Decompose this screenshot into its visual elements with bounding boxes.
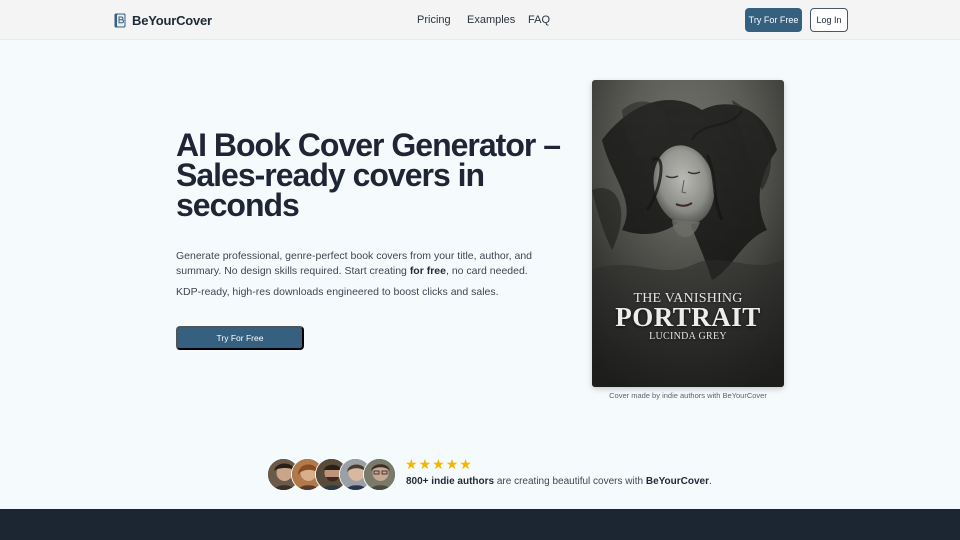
cover-author: LUCINDA GREY bbox=[649, 331, 727, 342]
star-icon: ★ bbox=[418, 456, 432, 472]
star-icon: ★ bbox=[445, 456, 459, 472]
hero-description: Generate professional, genre-perfect boo… bbox=[176, 250, 533, 277]
rating-stars: ★ ★ ★ ★ ★ bbox=[405, 456, 472, 472]
header-try-free-button[interactable]: Try For Free bbox=[745, 8, 802, 32]
cover-caption: Cover made by indie authors with BeYourC… bbox=[609, 391, 767, 400]
login-button[interactable]: Log In bbox=[810, 8, 848, 32]
hero-try-free-button[interactable]: Try For Free bbox=[176, 326, 304, 350]
cover-title-line2: PORTRAIT bbox=[615, 302, 761, 332]
star-icon: ★ bbox=[459, 456, 472, 472]
author-avatars bbox=[267, 458, 397, 492]
nav-link-examples[interactable]: Examples bbox=[467, 14, 515, 26]
free-emphasis: for free bbox=[409, 264, 446, 277]
star-icon: ★ bbox=[405, 456, 418, 472]
book-logo-icon bbox=[114, 13, 126, 27]
avatar bbox=[363, 458, 396, 491]
next-section-band bbox=[0, 509, 960, 540]
brand-logo-link[interactable]: BeYourCover bbox=[114, 12, 212, 28]
social-proof-text: 800+ indie authors are creating beautifu… bbox=[406, 476, 712, 487]
star-icon: ★ bbox=[432, 456, 445, 472]
book-cover-example: THE VANISHING PORTRAIT LUCINDA GREY bbox=[592, 80, 784, 387]
hero-subdescription: KDP-ready, high-res downloads engineered… bbox=[176, 286, 499, 298]
nav-link-pricing[interactable]: Pricing bbox=[417, 14, 451, 26]
nav-link-faq[interactable]: FAQ bbox=[528, 14, 550, 26]
top-nav-bar: BeYourCover Pricing Examples FAQ Try For… bbox=[0, 0, 960, 40]
brand-name: BeYourCover bbox=[132, 12, 212, 28]
hero-title: AI Book Cover Generator – Sales-ready co… bbox=[176, 127, 561, 223]
